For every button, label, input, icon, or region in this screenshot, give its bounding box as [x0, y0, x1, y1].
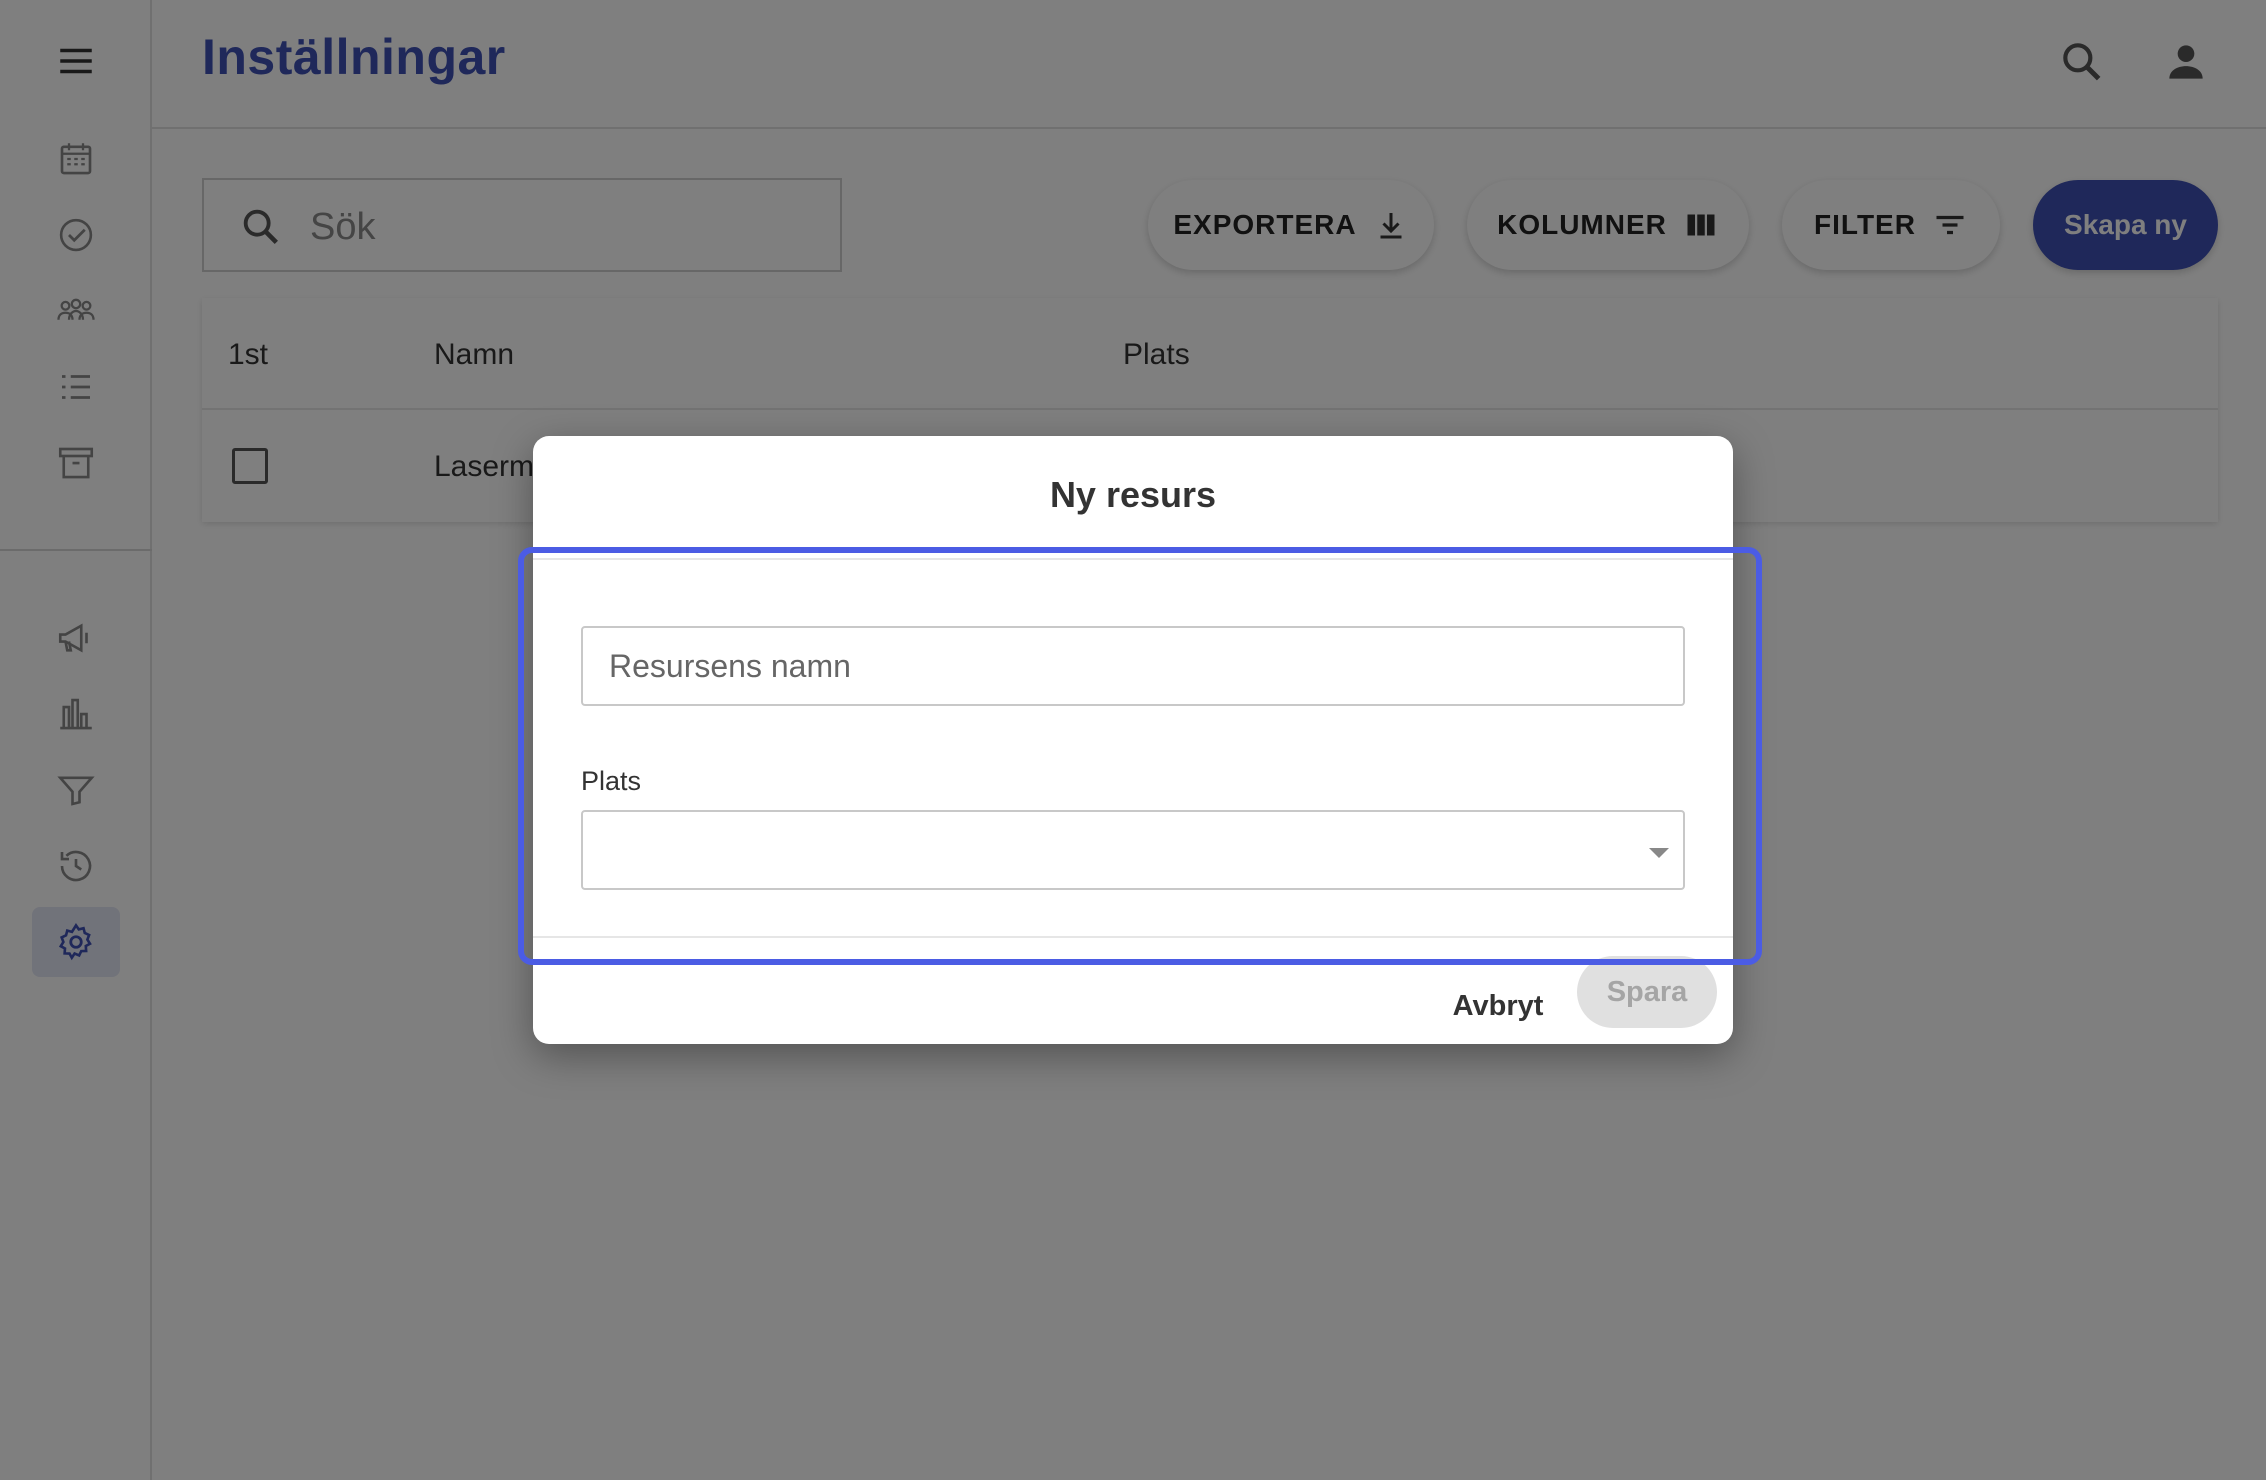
- cancel-button[interactable]: Avbryt: [1433, 974, 1563, 1038]
- highlight-frame: [518, 547, 1762, 965]
- save-button[interactable]: Spara: [1577, 956, 1717, 1028]
- dialog-title: Ny resurs: [1049, 474, 1217, 515]
